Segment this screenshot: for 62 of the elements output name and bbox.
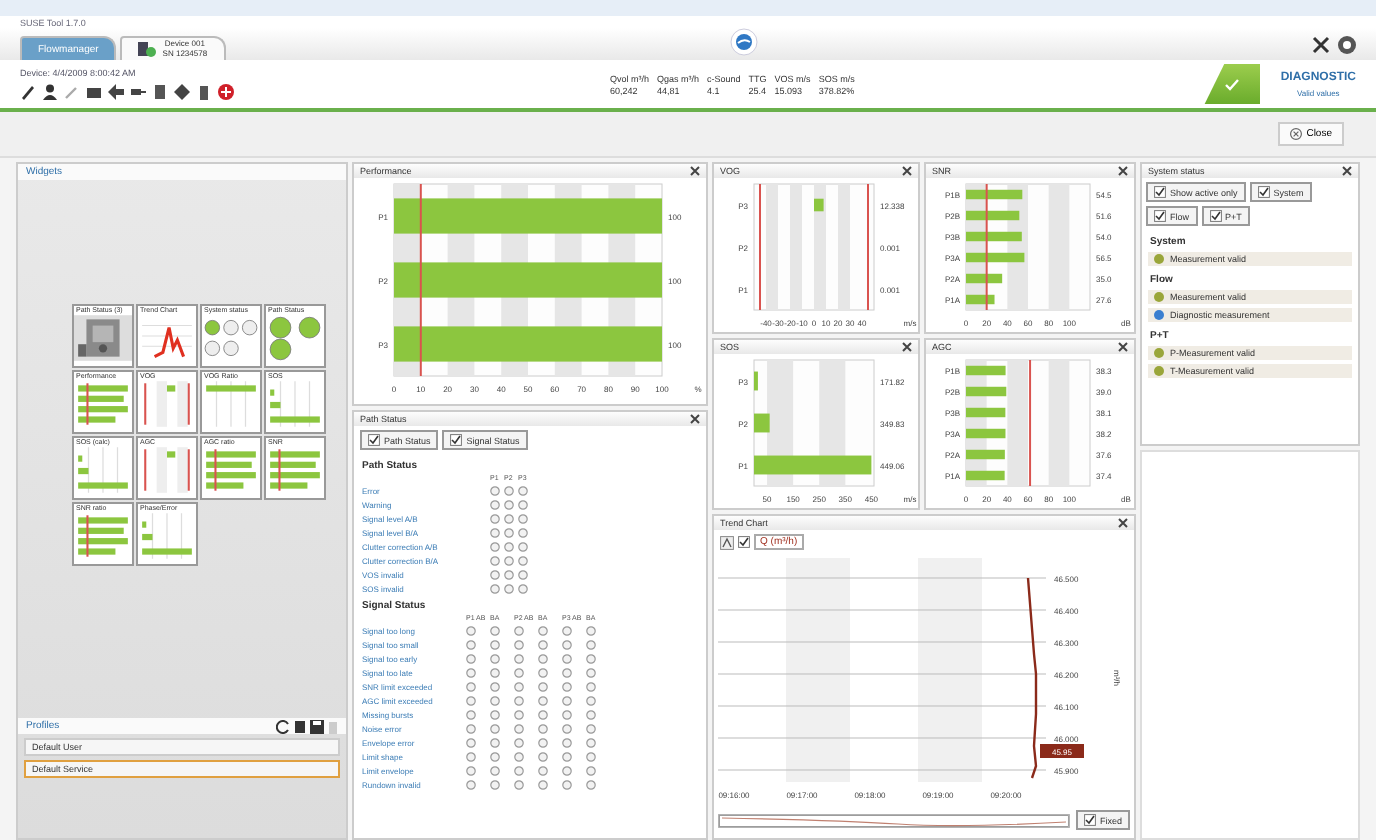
bar	[814, 198, 824, 212]
bar	[966, 365, 1006, 376]
bar	[966, 407, 1006, 418]
bar	[966, 252, 1025, 263]
bar	[966, 386, 1007, 397]
bar-thumbnail	[202, 380, 260, 428]
checkbox[interactable]	[738, 536, 750, 548]
close-icon[interactable]	[1118, 166, 1128, 176]
checkbox[interactable]	[368, 434, 380, 446]
check-icon	[1224, 77, 1241, 91]
plug-icon[interactable]	[130, 84, 146, 100]
close-icon[interactable]	[690, 166, 700, 176]
bar-thumbnail	[138, 446, 196, 494]
plot-background	[753, 183, 875, 311]
bar-thumbnail	[138, 512, 196, 560]
arrow-icon[interactable]	[108, 84, 124, 100]
limit-line	[759, 183, 761, 311]
limit-line	[1029, 359, 1032, 487]
status-thumbnail	[266, 314, 324, 362]
bar	[966, 210, 1020, 221]
bar	[966, 273, 1003, 284]
person-icon[interactable]	[42, 84, 58, 100]
bar	[966, 428, 1006, 439]
bar-thumbnail	[266, 380, 324, 428]
bar	[966, 189, 1023, 200]
bar-thumbnail	[74, 512, 132, 560]
bar	[966, 231, 1022, 242]
bar-thumbnail	[74, 446, 132, 494]
status-thumbnail	[202, 314, 260, 362]
bar-thumbnail	[74, 380, 132, 428]
checkbox[interactable]	[1154, 210, 1166, 222]
range-slider[interactable]	[718, 813, 1070, 827]
document-icon[interactable]	[294, 719, 306, 733]
checkbox[interactable]	[1083, 814, 1096, 826]
diamond-icon[interactable]	[174, 84, 190, 100]
close-icon[interactable]	[902, 166, 912, 176]
bar	[966, 470, 1005, 481]
close-icon[interactable]	[690, 414, 700, 424]
limit-line	[985, 183, 988, 311]
pen-icon[interactable]	[20, 84, 36, 100]
bar-thumbnail	[138, 380, 196, 428]
checkbox[interactable]	[1154, 186, 1166, 198]
limit-line	[867, 183, 869, 311]
document-icon[interactable]	[152, 84, 168, 100]
checkbox[interactable]	[1257, 186, 1270, 198]
bar-thumbnail	[266, 446, 324, 494]
bar	[966, 294, 995, 305]
checkbox[interactable]	[1209, 210, 1222, 222]
stop-icon[interactable]	[218, 84, 234, 100]
zoom-icon[interactable]	[720, 535, 734, 549]
save-icon[interactable]	[310, 719, 324, 733]
refresh-icon[interactable]	[276, 719, 290, 733]
close-icon[interactable]	[1118, 518, 1128, 528]
value-badge	[1040, 744, 1084, 758]
bar-thumbnail	[202, 446, 260, 494]
close-icon[interactable]	[1118, 342, 1128, 352]
close-icon[interactable]	[1342, 166, 1352, 176]
close-icon[interactable]	[902, 342, 912, 352]
close-icon	[1290, 128, 1303, 140]
checkbox[interactable]	[450, 434, 463, 446]
device-icon	[138, 40, 157, 58]
bar	[966, 449, 1005, 460]
